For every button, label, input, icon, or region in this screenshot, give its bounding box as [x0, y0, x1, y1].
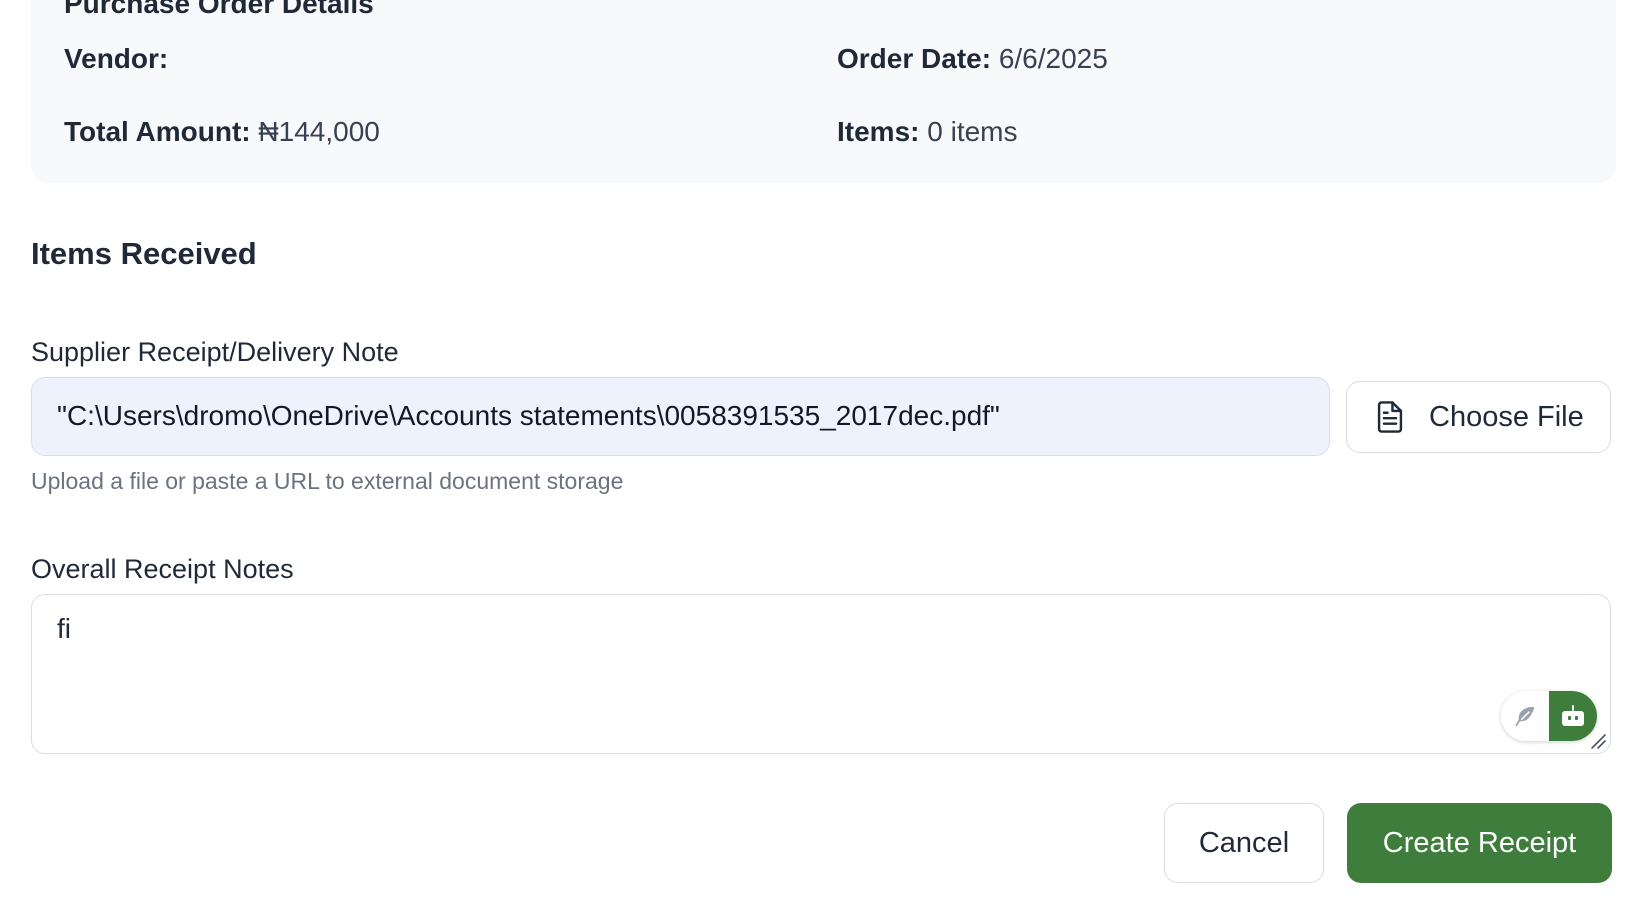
feather-icon[interactable] — [1501, 691, 1549, 741]
create-receipt-form: Purchase Order Details Vendor: Order Dat… — [0, 0, 1630, 918]
supplier-receipt-input[interactable]: "C:\Users\dromo\OneDrive\Accounts statem… — [31, 377, 1330, 456]
items-label: Items: — [837, 116, 920, 147]
choose-file-label: Choose File — [1429, 400, 1584, 433]
upload-hint: Upload a file or paste a URL to external… — [31, 468, 624, 494]
purchase-order-details-card: Purchase Order Details Vendor: Order Dat… — [31, 0, 1616, 183]
receipt-notes-textarea[interactable]: fi — [31, 594, 1611, 754]
total-amount-field: Total Amount: ₦144,000 — [64, 115, 380, 149]
order-date-label: Order Date: — [837, 43, 992, 74]
create-receipt-button[interactable]: Create Receipt — [1347, 803, 1612, 883]
items-count-field: Items: 0 items — [837, 115, 1018, 149]
supplier-receipt-label: Supplier Receipt/Delivery Note — [31, 337, 399, 367]
file-text-icon — [1375, 400, 1405, 434]
receipt-notes-label: Overall Receipt Notes — [31, 554, 294, 584]
writing-assist-group — [1501, 691, 1597, 741]
order-date-value: 6/6/2025 — [998, 43, 1108, 74]
resize-handle-icon[interactable] — [1589, 732, 1607, 750]
choose-file-button[interactable]: Choose File — [1346, 381, 1611, 453]
order-date-field: Order Date: 6/6/2025 — [837, 42, 1108, 76]
receipt-notes-text: fi — [57, 613, 71, 644]
items-received-heading: Items Received — [31, 236, 257, 271]
vendor-field: Vendor: — [64, 42, 168, 76]
vendor-label: Vendor: — [64, 43, 169, 74]
total-amount-value: ₦144,000 — [258, 116, 380, 147]
cancel-button[interactable]: Cancel — [1164, 803, 1324, 883]
purchase-order-title: Purchase Order Details — [64, 0, 374, 19]
total-amount-label: Total Amount: — [64, 116, 251, 147]
items-value: 0 items — [927, 116, 1018, 147]
